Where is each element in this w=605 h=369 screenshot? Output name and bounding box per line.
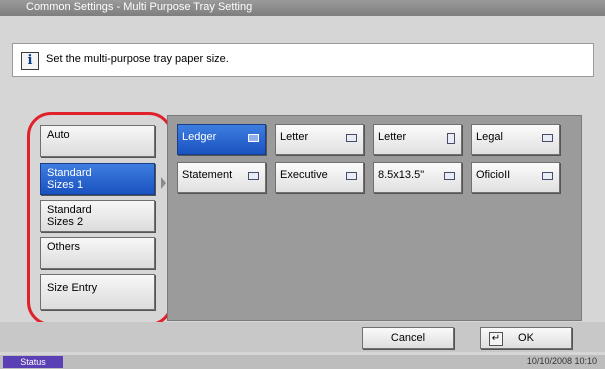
landscape-paper-icon (542, 134, 553, 142)
window-title: Common Settings - Multi Purpose Tray Set… (26, 1, 253, 13)
category-size-entry-button[interactable]: Size Entry (40, 274, 155, 310)
ok-button[interactable]: ↵ OK (480, 327, 572, 349)
paper-size-label: OficioII (476, 169, 511, 181)
category-label: Others (47, 241, 81, 253)
paper-size-button-letter-landscape[interactable]: Letter (275, 124, 364, 155)
paper-size-button-statement[interactable]: Statement (177, 162, 266, 193)
ok-label: OK (518, 332, 534, 344)
category-label-line2: Sizes 1 (47, 179, 84, 191)
category-auto-button[interactable]: Auto (40, 125, 155, 157)
info-icon: i (21, 52, 39, 70)
paper-size-button-letter-portrait[interactable]: Letter (373, 124, 462, 155)
category-label-line2: Sizes 2 (47, 216, 84, 228)
paper-size-label: Statement (182, 169, 233, 181)
paper-size-label: Executive (280, 169, 328, 181)
status-datetime: 10/10/2008 10:10 (526, 356, 597, 366)
landscape-paper-icon (346, 134, 357, 142)
category-label-line1: Standard (47, 167, 92, 179)
landscape-paper-icon (346, 172, 357, 180)
paper-size-grid: Ledger Letter Letter Legal Statement Exe… (167, 115, 582, 321)
cancel-button[interactable]: Cancel (362, 327, 454, 349)
paper-size-button-legal[interactable]: Legal (471, 124, 560, 155)
info-message-box: i Set the multi-purpose tray paper size. (12, 43, 594, 77)
paper-size-label: Legal (476, 131, 503, 143)
category-others-button[interactable]: Others (40, 237, 155, 269)
category-standard-sizes-1-button[interactable]: Standard Sizes 1 (40, 163, 155, 195)
category-label: Size Entry (47, 282, 98, 294)
paper-size-button-8.5x13.5[interactable]: 8.5x13.5" (373, 162, 462, 193)
paper-size-label: 8.5x13.5" (378, 169, 425, 181)
selection-arrow-icon (161, 177, 166, 189)
status-button[interactable]: Status (3, 356, 63, 368)
category-label: Auto (47, 129, 70, 141)
paper-size-button-ledger[interactable]: Ledger (177, 124, 266, 155)
landscape-paper-icon (248, 172, 259, 180)
landscape-paper-icon (444, 172, 455, 180)
category-standard-sizes-2-button[interactable]: Standard Sizes 2 (40, 200, 155, 232)
landscape-paper-icon (542, 172, 553, 180)
screen: Common Settings - Multi Purpose Tray Set… (0, 0, 605, 369)
landscape-paper-icon (248, 134, 259, 142)
portrait-paper-icon (447, 133, 455, 144)
title-bar: Common Settings - Multi Purpose Tray Set… (0, 0, 605, 16)
paper-size-button-oficioii[interactable]: OficioII (471, 162, 560, 193)
paper-size-label: Letter (378, 131, 407, 143)
category-label-line1: Standard (47, 204, 92, 216)
paper-size-button-executive[interactable]: Executive (275, 162, 364, 193)
info-message: Set the multi-purpose tray paper size. (46, 53, 229, 65)
status-bar: Status 10/10/2008 10:10 (0, 355, 605, 369)
paper-size-label: Ledger (182, 131, 217, 143)
paper-size-label: Letter (280, 131, 309, 143)
cancel-label: Cancel (390, 332, 426, 344)
